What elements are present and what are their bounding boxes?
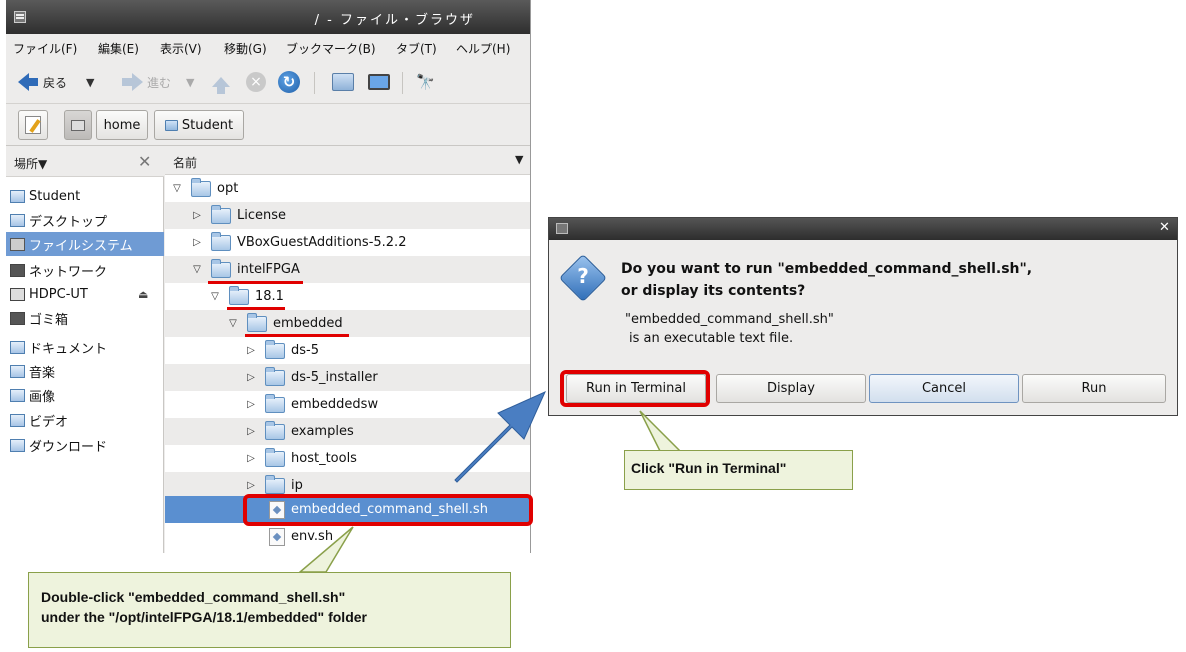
callout-pointer-1 xyxy=(297,526,354,573)
annotation-arrows xyxy=(297,391,682,573)
callout-pointer-2 xyxy=(639,410,682,452)
instruction-callout-run-in-terminal: Click "Run in Terminal" xyxy=(624,450,853,490)
big-blue-arrow xyxy=(454,391,546,483)
instruction-callout-double-click: Double-click "embedded_command_shell.sh"… xyxy=(28,572,511,648)
